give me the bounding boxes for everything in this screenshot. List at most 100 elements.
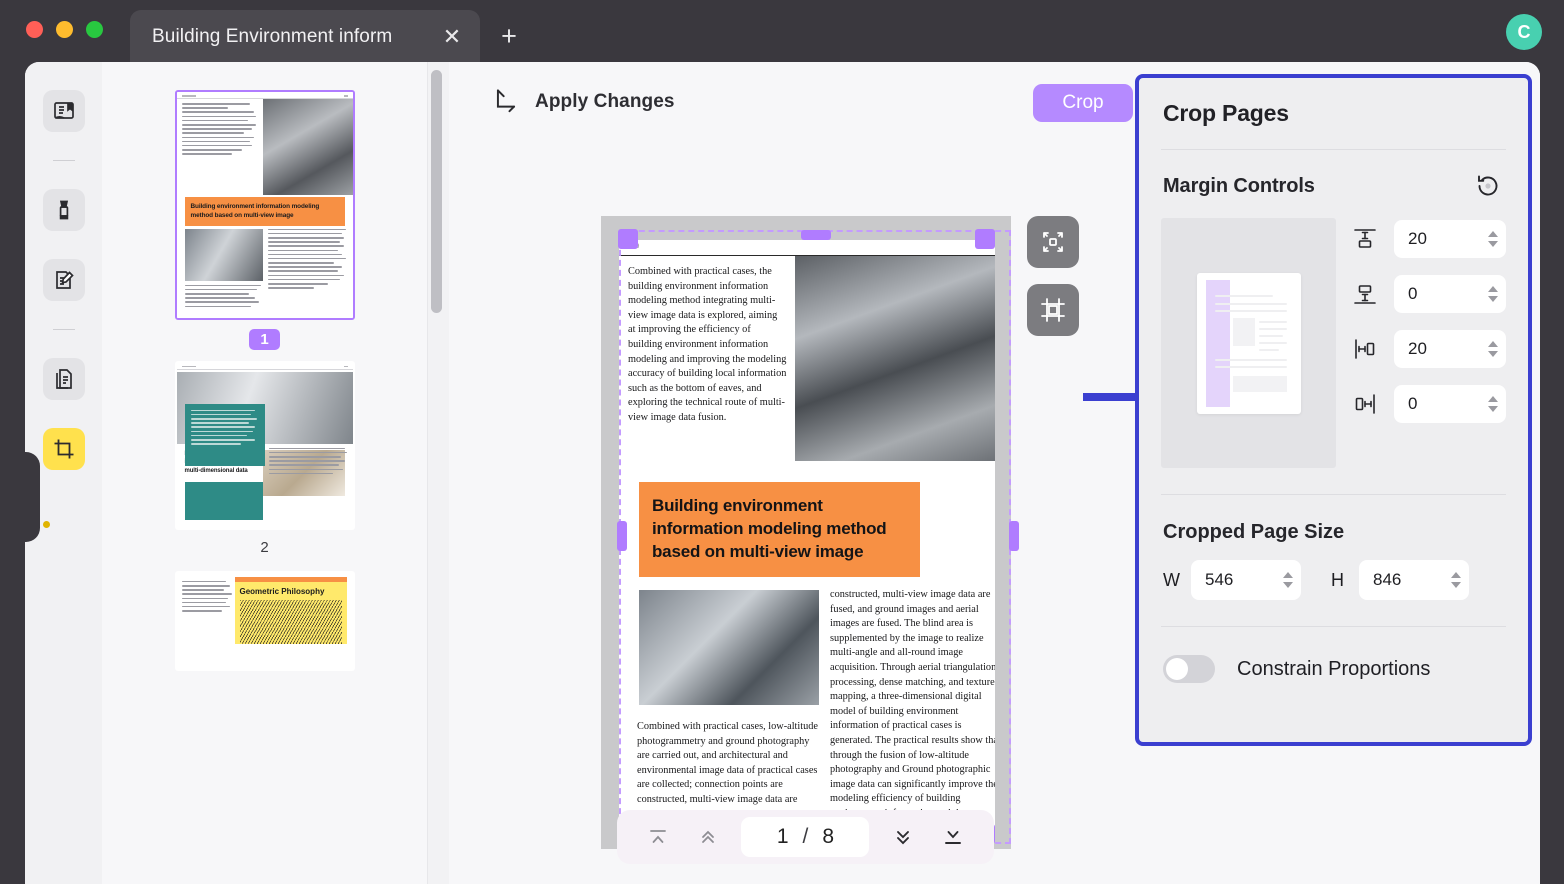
top-margin-stepper[interactable] xyxy=(1488,231,1498,247)
thumbnail-scrollbar-thumb[interactable] xyxy=(431,70,442,313)
plus-icon[interactable]: + xyxy=(494,22,524,52)
crop-frame-tool[interactable] xyxy=(1027,284,1079,336)
bottom-margin-control: 0 xyxy=(1352,275,1506,313)
height-value: 846 xyxy=(1373,570,1402,589)
maximize-window-button[interactable] xyxy=(86,21,103,38)
stepper-down-icon[interactable] xyxy=(1488,296,1498,302)
previous-page-icon[interactable] xyxy=(691,820,725,854)
top-margin-control: 20 xyxy=(1352,220,1506,258)
thumbnail-label-1: 1 xyxy=(175,328,355,355)
constrain-proportions-toggle[interactable] xyxy=(1163,655,1215,683)
right-margin-control: 0 xyxy=(1352,385,1506,423)
stepper-up-icon[interactable] xyxy=(1488,341,1498,347)
thumbnail-label-2: 2 xyxy=(260,538,269,556)
page-separator: / xyxy=(802,825,809,848)
minimize-window-button[interactable] xyxy=(56,21,73,38)
edit-document-icon xyxy=(52,268,76,292)
crop-pages-panel: Crop Pages Margin Controls 20 0 20 0 Cro… xyxy=(1135,74,1532,746)
sidebar-item-organize-pages[interactable] xyxy=(42,358,85,400)
stepper-down-icon[interactable] xyxy=(1283,582,1293,588)
stepper-down-icon[interactable] xyxy=(1488,241,1498,247)
margin-left-icon xyxy=(1352,336,1378,362)
page-header: 8.a.9 12 xyxy=(619,240,995,256)
height-stepper[interactable] xyxy=(1451,572,1461,588)
stepper-down-icon[interactable] xyxy=(1451,582,1461,588)
next-page-icon[interactable] xyxy=(886,820,920,854)
close-window-button[interactable] xyxy=(26,21,43,38)
cropped-page-size-label: Cropped Page Size xyxy=(1163,521,1345,543)
tab-title: Building Environment inform xyxy=(152,26,393,47)
fit-page-tool[interactable] xyxy=(1027,216,1079,268)
crop-handle-top-right[interactable] xyxy=(975,229,995,249)
bottom-margin-stepper[interactable] xyxy=(1488,286,1498,302)
document-tab[interactable]: Building Environment inform ✕ xyxy=(130,10,480,64)
thumbnail-page-3[interactable]: Geometric Philosophy xyxy=(174,570,355,671)
top-margin-input[interactable]: 20 xyxy=(1394,220,1506,258)
right-margin-stepper[interactable] xyxy=(1488,396,1498,412)
document-page[interactable]: 8.a.9 12 Combined with practical cases, … xyxy=(619,240,995,828)
left-margin-stepper[interactable] xyxy=(1488,341,1498,357)
right-margin-value: 0 xyxy=(1408,394,1418,413)
stepper-up-icon[interactable] xyxy=(1451,572,1461,578)
highlighter-icon xyxy=(52,198,76,222)
reset-icon[interactable] xyxy=(1474,172,1502,200)
right-margin-input[interactable]: 0 xyxy=(1394,385,1506,423)
top-margin-value: 20 xyxy=(1408,229,1427,248)
width-input[interactable]: 546 xyxy=(1191,560,1301,600)
close-icon[interactable]: ✕ xyxy=(438,23,466,51)
page-stage: 8.a.9 12 Combined with practical cases, … xyxy=(601,216,1019,849)
margin-right-icon xyxy=(1352,391,1378,417)
crop-handle-top-center[interactable] xyxy=(801,230,831,240)
toggle-knob xyxy=(1166,658,1188,680)
page-banner-title: Building environment information modelin… xyxy=(652,496,887,561)
stepper-up-icon[interactable] xyxy=(1488,396,1498,402)
bottom-margin-value: 0 xyxy=(1408,284,1418,303)
thumbnail-banner-title: Geometric Philosophy xyxy=(239,586,325,596)
first-page-icon[interactable] xyxy=(641,820,675,854)
page-photo-workstation xyxy=(639,590,819,705)
crop-frame-icon xyxy=(1039,296,1067,324)
thumbnail-pane[interactable]: Building environment information modelin… xyxy=(102,62,427,884)
left-margin-value: 20 xyxy=(1408,339,1427,358)
stepper-down-icon[interactable] xyxy=(1488,406,1498,412)
panel-title: Crop Pages xyxy=(1163,100,1289,126)
stepper-down-icon[interactable] xyxy=(1488,351,1498,357)
total-page-count: 8 xyxy=(822,825,835,848)
organize-pages-icon xyxy=(52,367,76,391)
page-navigation: 1 / 8 xyxy=(617,810,994,864)
document-viewer: Apply Changes Crop 8.a.9 12 Combined wit… xyxy=(449,62,1540,884)
sidebar-item-crop-tool[interactable] xyxy=(42,428,85,470)
thumbnail-page-2[interactable]: Preservation and inheritance of architec… xyxy=(174,360,355,565)
application-window: Building Environment inform ✕ + C Buildi… xyxy=(0,0,1564,884)
margin-controls: 20 0 20 0 xyxy=(1139,200,1528,468)
thumbnail-page-1[interactable]: Building environment information modelin… xyxy=(174,90,355,355)
bottom-margin-input[interactable]: 0 xyxy=(1394,275,1506,313)
avatar[interactable]: C xyxy=(1506,14,1542,50)
crop-button[interactable]: Crop xyxy=(1033,84,1133,122)
apply-changes-button[interactable]: Apply Changes xyxy=(491,87,675,117)
margin-top-icon xyxy=(1352,226,1378,252)
tool-rail xyxy=(25,62,102,884)
crop-handle-left-middle[interactable] xyxy=(617,521,627,551)
stepper-up-icon[interactable] xyxy=(1283,572,1293,578)
stepper-up-icon[interactable] xyxy=(1488,231,1498,237)
left-margin-input[interactable]: 20 xyxy=(1394,330,1506,368)
rail-notch xyxy=(25,452,40,542)
page-number-field[interactable]: 1 / 8 xyxy=(741,817,870,857)
page-paragraph-1: Combined with practical cases, the build… xyxy=(628,266,787,423)
width-stepper[interactable] xyxy=(1283,572,1293,588)
height-input[interactable]: 846 xyxy=(1359,560,1469,600)
sidebar-item-reader-view[interactable] xyxy=(42,90,85,132)
width-value: 546 xyxy=(1205,570,1234,589)
stepper-up-icon[interactable] xyxy=(1488,286,1498,292)
sidebar-item-highlight-tool[interactable] xyxy=(42,189,85,231)
current-page-number: 1 xyxy=(776,825,789,848)
crop-handle-right-middle[interactable] xyxy=(1009,521,1019,551)
crop-handle-top-left[interactable] xyxy=(618,229,638,249)
margin-preview-band xyxy=(1205,279,1230,407)
last-page-icon[interactable] xyxy=(936,820,970,854)
margin-preview xyxy=(1161,218,1336,468)
sidebar-item-edit-tool[interactable] xyxy=(42,259,85,301)
rail-indicator-dot xyxy=(43,521,50,528)
window-controls xyxy=(26,21,103,38)
